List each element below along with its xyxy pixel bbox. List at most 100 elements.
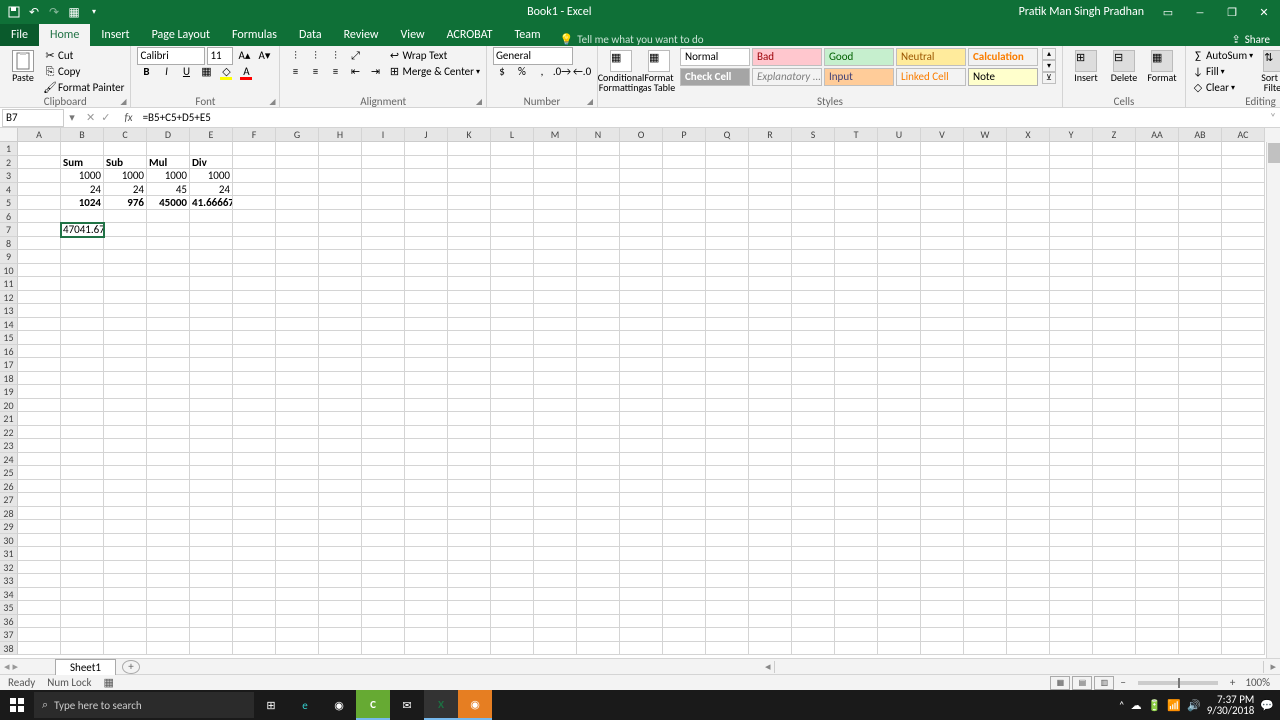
cell-AA38[interactable] [1136, 642, 1179, 656]
cell-F12[interactable] [233, 291, 276, 305]
increase-indent-button[interactable]: ⇥ [366, 63, 384, 81]
share-button[interactable]: ⇪Share [1222, 33, 1280, 46]
cell-A19[interactable] [18, 385, 61, 399]
cell-AB18[interactable] [1179, 372, 1222, 386]
cell-Q18[interactable] [706, 372, 749, 386]
cell-Z16[interactable] [1093, 345, 1136, 359]
col-head-AC[interactable]: AC [1222, 128, 1265, 142]
cell-L17[interactable] [491, 358, 534, 372]
cell-AB33[interactable] [1179, 574, 1222, 588]
cell-N6[interactable] [577, 210, 620, 224]
cell-G24[interactable] [276, 453, 319, 467]
cell-B14[interactable] [61, 318, 104, 332]
cell-Q28[interactable] [706, 507, 749, 521]
row-head-36[interactable]: 36 [0, 615, 18, 629]
alignment-dialog-icon[interactable]: ◢ [476, 97, 482, 107]
cell-Y27[interactable] [1050, 493, 1093, 507]
cell-J4[interactable] [405, 183, 448, 197]
cell-K17[interactable] [448, 358, 491, 372]
cell-C30[interactable] [104, 534, 147, 548]
cell-T14[interactable] [835, 318, 878, 332]
cell-X20[interactable] [1007, 399, 1050, 413]
horizontal-scrollbar[interactable] [774, 661, 1264, 673]
cell-C32[interactable] [104, 561, 147, 575]
cell-H9[interactable] [319, 250, 362, 264]
cell-A5[interactable] [18, 196, 61, 210]
cell-Z20[interactable] [1093, 399, 1136, 413]
cell-L1[interactable] [491, 142, 534, 156]
mail-app-icon[interactable]: ✉ [390, 690, 424, 720]
cell-L25[interactable] [491, 466, 534, 480]
cell-Z1[interactable] [1093, 142, 1136, 156]
cell-styles-gallery[interactable]: Normal Bad Good Neutral Calculation Chec… [680, 48, 1038, 86]
cell-Q25[interactable] [706, 466, 749, 480]
cell-T10[interactable] [835, 264, 878, 278]
cell-J16[interactable] [405, 345, 448, 359]
cell-AA14[interactable] [1136, 318, 1179, 332]
cell-E13[interactable] [190, 304, 233, 318]
cell-G16[interactable] [276, 345, 319, 359]
cell-E10[interactable] [190, 264, 233, 278]
cell-F2[interactable] [233, 156, 276, 170]
cell-H19[interactable] [319, 385, 362, 399]
cell-Q2[interactable] [706, 156, 749, 170]
cell-G7[interactable] [276, 223, 319, 237]
row-head-20[interactable]: 20 [0, 399, 18, 413]
cell-A18[interactable] [18, 372, 61, 386]
cell-T7[interactable] [835, 223, 878, 237]
col-head-W[interactable]: W [964, 128, 1007, 142]
cell-Z26[interactable] [1093, 480, 1136, 494]
tab-formulas[interactable]: Formulas [221, 24, 288, 46]
style-calculation[interactable]: Calculation [968, 48, 1038, 66]
tray-wifi-icon[interactable]: 📶 [1167, 699, 1181, 712]
cell-K14[interactable] [448, 318, 491, 332]
style-note[interactable]: Note [968, 68, 1038, 86]
cell-Y10[interactable] [1050, 264, 1093, 278]
cell-M1[interactable] [534, 142, 577, 156]
cell-L21[interactable] [491, 412, 534, 426]
cell-N32[interactable] [577, 561, 620, 575]
cell-U3[interactable] [878, 169, 921, 183]
cell-AB8[interactable] [1179, 237, 1222, 251]
cell-B22[interactable] [61, 426, 104, 440]
cell-AB21[interactable] [1179, 412, 1222, 426]
cell-K33[interactable] [448, 574, 491, 588]
cell-AA3[interactable] [1136, 169, 1179, 183]
cell-A12[interactable] [18, 291, 61, 305]
currency-button[interactable]: $ [493, 63, 511, 81]
cell-AB32[interactable] [1179, 561, 1222, 575]
cell-D35[interactable] [147, 601, 190, 615]
cell-A22[interactable] [18, 426, 61, 440]
cell-P29[interactable] [663, 520, 706, 534]
cell-T6[interactable] [835, 210, 878, 224]
cell-G30[interactable] [276, 534, 319, 548]
cell-O5[interactable] [620, 196, 663, 210]
cell-J29[interactable] [405, 520, 448, 534]
cell-E19[interactable] [190, 385, 233, 399]
col-head-E[interactable]: E [190, 128, 233, 142]
cell-X14[interactable] [1007, 318, 1050, 332]
cell-P17[interactable] [663, 358, 706, 372]
cell-R24[interactable] [749, 453, 792, 467]
cell-AC1[interactable] [1222, 142, 1265, 156]
view-normal-button[interactable]: ▦ [1050, 676, 1070, 690]
fill-color-button[interactable]: ◇ [217, 63, 235, 81]
cell-H25[interactable] [319, 466, 362, 480]
cell-W32[interactable] [964, 561, 1007, 575]
clipboard-dialog-icon[interactable]: ◢ [120, 97, 126, 107]
cell-S29[interactable] [792, 520, 835, 534]
cell-P24[interactable] [663, 453, 706, 467]
cell-R20[interactable] [749, 399, 792, 413]
tab-data[interactable]: Data [288, 24, 333, 46]
col-head-S[interactable]: S [792, 128, 835, 142]
cell-A38[interactable] [18, 642, 61, 656]
cell-B34[interactable] [61, 588, 104, 602]
cell-Q7[interactable] [706, 223, 749, 237]
cell-Y3[interactable] [1050, 169, 1093, 183]
cell-S9[interactable] [792, 250, 835, 264]
cell-C26[interactable] [104, 480, 147, 494]
italic-button[interactable]: I [157, 63, 175, 81]
style-input[interactable]: Input [824, 68, 894, 86]
cell-J9[interactable] [405, 250, 448, 264]
cell-F4[interactable] [233, 183, 276, 197]
